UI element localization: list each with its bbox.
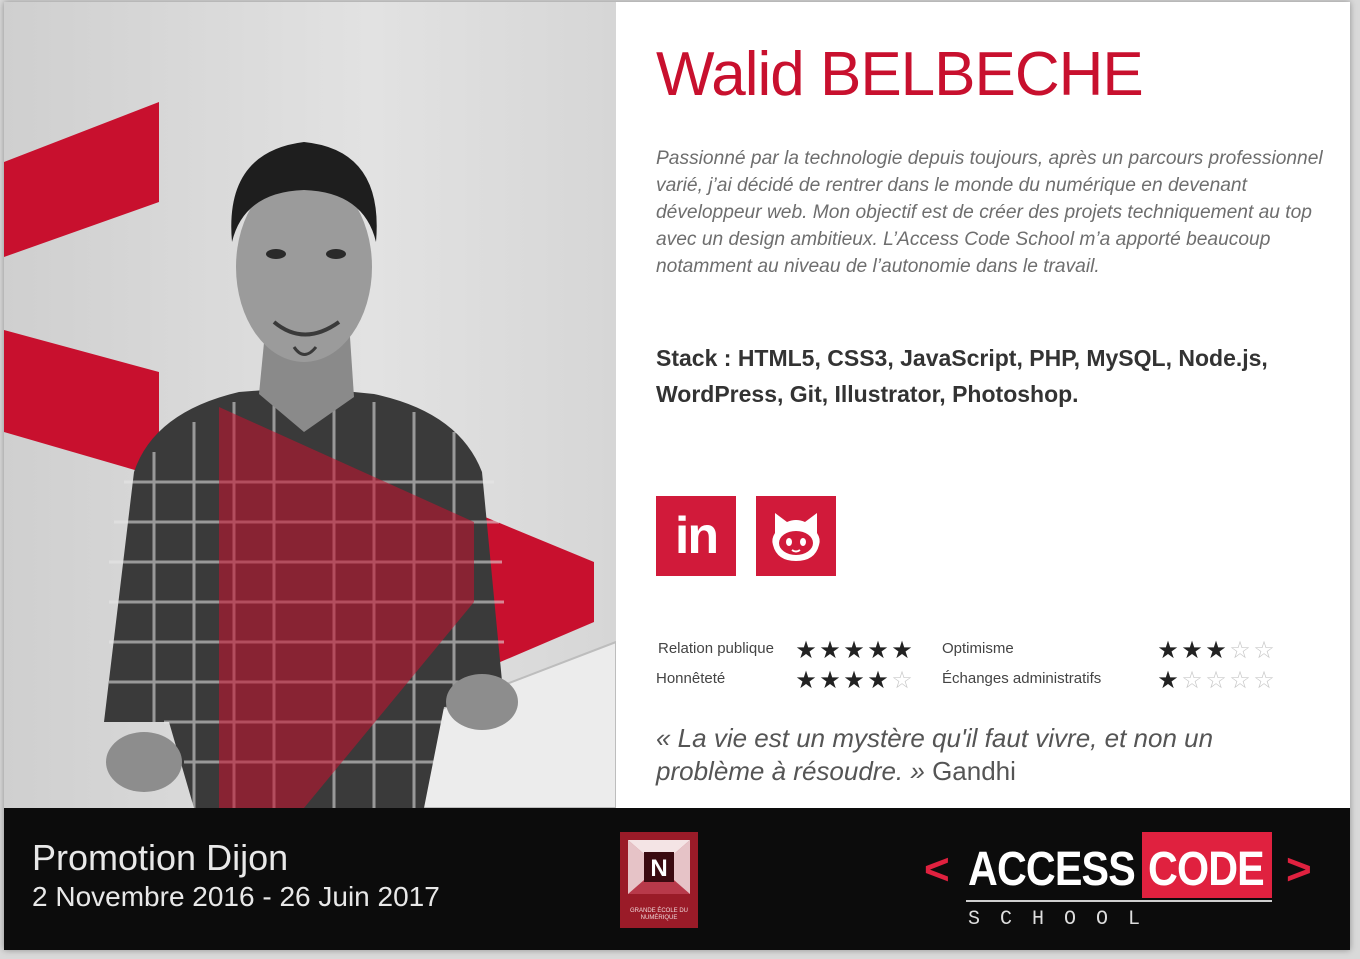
badge-n-logo: N (628, 840, 690, 894)
promotion-dates: 2 Novembre 2016 - 26 Juin 2017 (32, 881, 440, 912)
badge-caption: GRANDE ÉCOLE DU NUMÉRIQUE (629, 908, 688, 921)
tech-stack: Stack : HTML5, CSS3, JavaScript, PHP, My… (656, 345, 1268, 407)
star-filled-icon: ★ (819, 666, 841, 694)
svg-text:N: N (650, 855, 667, 882)
access-code-school-logo: < ACCESS CODE > SCHOOL (922, 828, 1322, 938)
logo-school: SCHOOL (968, 908, 1161, 931)
star-filled-icon: ★ (1157, 636, 1179, 664)
star-filled-icon: ★ (819, 636, 841, 664)
quote: « La vie est un mystère qu'il faut vivre… (656, 722, 1316, 788)
star-empty-icon: ☆ (1229, 666, 1251, 694)
skill-stars-echanges-administratifs: ★ ☆ ☆ ☆ ☆ (1156, 668, 1276, 692)
last-name: BELBECHE (819, 40, 1144, 109)
linkedin-icon: in (674, 507, 719, 565)
skill-label: Relation publique (658, 640, 774, 657)
right-eye (326, 249, 346, 259)
red-stripe-middle (4, 330, 159, 477)
star-empty-icon: ☆ (1181, 666, 1203, 694)
skill-stars-optimisme: ★ ★ ★ ☆ ☆ (1156, 638, 1276, 662)
github-octocat-icon (772, 513, 820, 561)
red-stripe-top (4, 102, 159, 257)
logo-open-chevron: < (924, 845, 950, 894)
skill-label: Optimisme (942, 640, 1014, 657)
star-filled-icon: ★ (1157, 666, 1179, 694)
star-filled-icon: ★ (1181, 636, 1203, 664)
skill-label: Échanges administratifs (942, 670, 1102, 687)
star-empty-icon: ☆ (1253, 666, 1275, 694)
star-filled-icon: ★ (891, 636, 913, 664)
left-eye (266, 249, 286, 259)
star-empty-icon: ☆ (1253, 636, 1275, 664)
left-hand (106, 732, 182, 792)
skill-label: Honnêteté (656, 670, 726, 687)
bio-text: Passionné par la technologie depuis touj… (656, 148, 1323, 277)
star-filled-icon: ★ (843, 636, 865, 664)
star-filled-icon: ★ (795, 636, 817, 664)
person-name: Walid BELBECHE (656, 44, 1144, 106)
portrait-photo (4, 2, 616, 808)
footer-bar: Promotion Dijon 2 Novembre 2016 - 26 Jui… (4, 808, 1350, 950)
quote-author: Gandhi (932, 756, 1016, 786)
logo-code: CODE (1148, 843, 1265, 896)
portrait-illustration (4, 102, 616, 808)
profile-card: Walid BELBECHE Passionné par la technolo… (4, 2, 1350, 950)
star-empty-icon: ☆ (1229, 636, 1251, 664)
github-button[interactable] (756, 496, 836, 576)
grande-ecole-badge: N GRANDE ÉCOLE DU NUMÉRIQUE (620, 832, 698, 928)
star-empty-icon: ☆ (1205, 666, 1227, 694)
star-filled-icon: ★ (843, 666, 865, 694)
right-hand (446, 674, 518, 730)
star-filled-icon: ★ (867, 636, 889, 664)
star-filled-icon: ★ (1205, 636, 1227, 664)
logo-close-chevron: > (1286, 845, 1312, 894)
logo-rule (966, 900, 1272, 902)
star-empty-icon: ☆ (891, 666, 913, 694)
promotion-title: Promotion Dijon (32, 837, 289, 878)
skill-stars-relation-publique: ★ ★ ★ ★ ★ (794, 638, 914, 662)
skill-stars-honnetete: ★ ★ ★ ★ ☆ (794, 668, 914, 692)
linkedin-button[interactable]: in (656, 496, 736, 576)
first-name: Walid (656, 40, 805, 109)
star-filled-icon: ★ (867, 666, 889, 694)
logo-access: ACCESS (968, 843, 1136, 896)
star-filled-icon: ★ (795, 666, 817, 694)
